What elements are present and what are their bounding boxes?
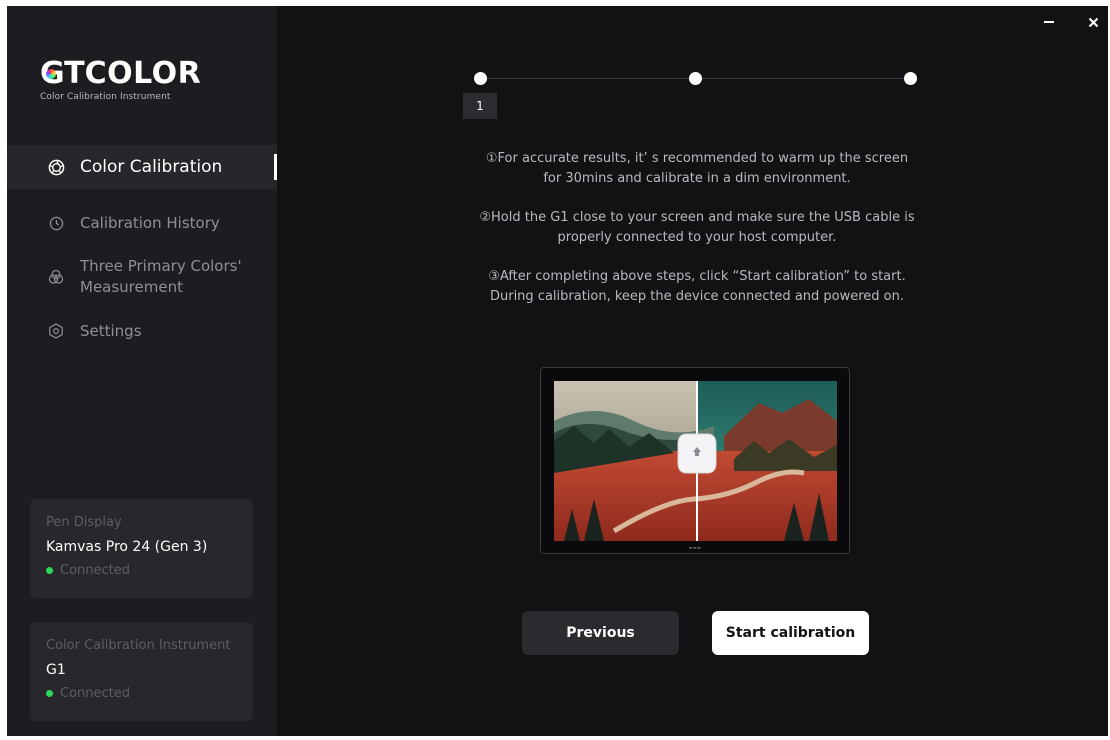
instruction-2: ②Hold the G1 close to your screen and ma… bbox=[479, 210, 915, 245]
clock-icon bbox=[47, 214, 65, 232]
gear-hexagon-icon bbox=[47, 322, 65, 340]
device-type-label: Color Calibration Instrument bbox=[46, 638, 231, 653]
device-type-label: Pen Display bbox=[46, 515, 122, 530]
monitor-screen-image bbox=[554, 381, 837, 541]
sidebar-item-label: Calibration History bbox=[80, 214, 220, 232]
calibrator-device-icon bbox=[677, 433, 717, 474]
logo-brand: COLOR bbox=[84, 56, 202, 91]
sidebar-item-label-line1: Three Primary Colors' bbox=[80, 257, 242, 275]
device-name: Kamvas Pro 24 (Gen 3) bbox=[46, 539, 208, 555]
sidebar: GT COLOR Color Calibration Instrument Co… bbox=[7, 6, 277, 736]
calibration-instrument-card: Color Calibration Instrument G1 Connecte… bbox=[30, 622, 253, 721]
monitor-brand-mark: ▬▬▬ bbox=[688, 545, 702, 550]
device-status-text: Connected bbox=[60, 686, 131, 701]
sidebar-item-calibration-history[interactable]: Calibration History bbox=[7, 205, 277, 241]
instruction-1: ①For accurate results, it’ s recommended… bbox=[485, 151, 909, 186]
sidebar-item-three-primary-colors[interactable]: Three Primary Colors' Measurement bbox=[7, 253, 277, 301]
sidebar-nav: Color Calibration Calibration History Th… bbox=[7, 145, 277, 349]
progress-stepper bbox=[474, 69, 919, 89]
current-step-badge: 1 bbox=[463, 93, 497, 119]
status-dot-icon bbox=[46, 567, 53, 574]
previous-button[interactable]: Previous bbox=[522, 611, 679, 655]
sidebar-item-label: Settings bbox=[80, 322, 142, 340]
sidebar-item-color-calibration[interactable]: Color Calibration bbox=[7, 145, 277, 189]
step-dot-3 bbox=[904, 72, 917, 85]
aperture-icon bbox=[47, 158, 65, 176]
sidebar-item-label: Three Primary Colors' Measurement bbox=[80, 256, 242, 298]
device-status: Connected bbox=[46, 563, 253, 578]
start-calibration-button[interactable]: Start calibration bbox=[712, 611, 869, 655]
app-window: GT COLOR Color Calibration Instrument Co… bbox=[7, 6, 1108, 736]
device-name: G1 bbox=[46, 662, 66, 678]
pen-display-card: Pen Display Kamvas Pro 24 (Gen 3) Connec… bbox=[30, 499, 253, 598]
sidebar-item-label: Color Calibration bbox=[80, 157, 223, 177]
status-dot-icon bbox=[46, 690, 53, 697]
step-dot-1 bbox=[474, 72, 487, 85]
instruction-3: ③After completing above steps, click “St… bbox=[488, 269, 906, 304]
device-status: Connected bbox=[46, 686, 253, 701]
sidebar-item-label-line2: Measurement bbox=[80, 278, 183, 296]
logo-prefix: GT bbox=[40, 56, 85, 91]
close-icon[interactable] bbox=[1083, 12, 1103, 32]
minimize-icon[interactable] bbox=[1039, 12, 1059, 32]
sidebar-item-settings[interactable]: Settings bbox=[7, 313, 277, 349]
step-dot-2 bbox=[689, 72, 702, 85]
instructions: ①For accurate results, it’ s recommended… bbox=[427, 149, 967, 326]
rgb-circles-icon bbox=[47, 268, 65, 286]
calibration-illustration: ▬▬▬ bbox=[540, 367, 850, 554]
logo-wordmark: GT COLOR bbox=[40, 58, 240, 90]
logo-color-dot-icon bbox=[46, 69, 56, 79]
logo-subtitle: Color Calibration Instrument bbox=[40, 92, 171, 102]
app-logo: GT COLOR Color Calibration Instrument bbox=[40, 58, 240, 106]
device-status-text: Connected bbox=[60, 563, 131, 578]
